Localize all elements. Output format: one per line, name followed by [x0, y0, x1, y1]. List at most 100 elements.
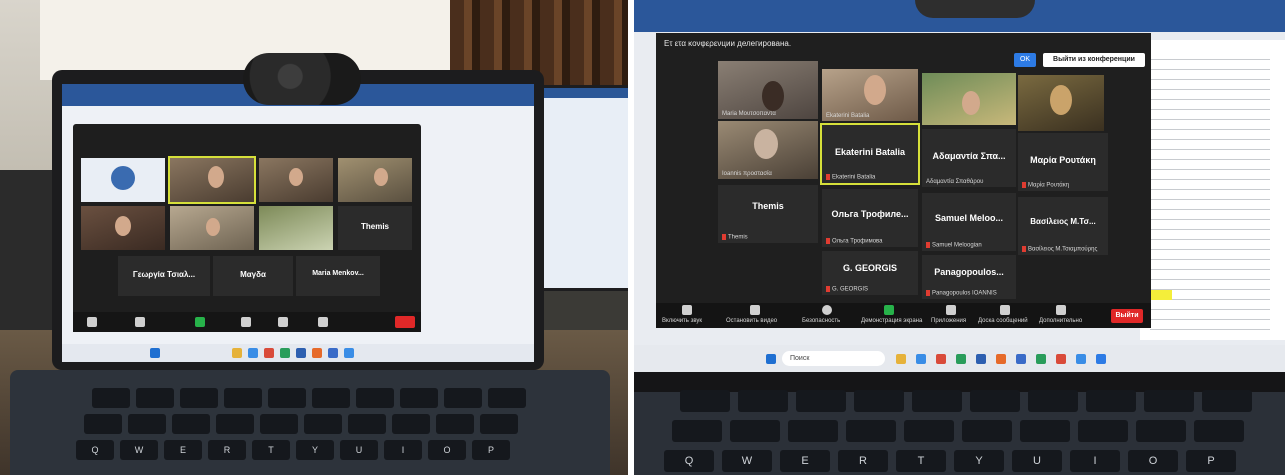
apps-icon[interactable] — [946, 305, 956, 315]
keyboard-key — [904, 420, 954, 442]
mic-icon[interactable] — [87, 317, 97, 327]
participant-tile[interactable] — [1018, 75, 1104, 131]
participant-tile[interactable]: Themis — [338, 206, 412, 250]
participant-tile[interactable]: Μαγδα — [213, 256, 293, 296]
zoom-taskbar-icon[interactable] — [1096, 354, 1106, 364]
taskbar-app-icon[interactable] — [956, 354, 966, 364]
participant-tile[interactable]: G. GEORGIS G. GEORGIS — [822, 251, 918, 295]
keyboard-key — [680, 390, 730, 412]
keyboard-key — [216, 414, 254, 434]
participant-name: Ekaterini Batalia — [834, 147, 906, 157]
keyboard-key — [444, 388, 482, 408]
participant-tile[interactable] — [170, 206, 254, 250]
participant-name: Themis — [360, 222, 389, 231]
word-icon[interactable] — [976, 354, 986, 364]
participant-tile[interactable]: Αδαμαντία Σπα... Αδαμαντία Σπαθάρου — [922, 129, 1016, 187]
participant-tile[interactable] — [259, 158, 333, 202]
leave-conference-button[interactable]: Выйти из конференции — [1043, 53, 1145, 67]
participant-tile[interactable]: Ioannis προστασία — [718, 121, 818, 179]
keyboard-key — [970, 390, 1020, 412]
participant-tile[interactable] — [168, 156, 256, 204]
participant-tile-active-speaker[interactable]: Ekaterini Batalia Ekaterini Batalia — [820, 123, 920, 185]
stop-video-label[interactable]: Остановить видео — [726, 318, 777, 324]
keyboard-key — [1194, 420, 1244, 442]
windows-taskbar-right: Поиск — [634, 345, 1285, 373]
participant-tile[interactable]: Maria Μουτσοπαντα — [718, 61, 818, 119]
keyboard-key — [1144, 390, 1194, 412]
participant-name: Samuel Meloo... — [934, 213, 1003, 223]
participant-tile[interactable]: Themis Themis — [718, 185, 818, 243]
participant-tile[interactable] — [922, 73, 1016, 125]
video-icon[interactable] — [135, 317, 145, 327]
participant-tile[interactable]: Γεωργία Τσιαλ... — [118, 256, 210, 296]
participant-tile[interactable] — [81, 206, 165, 250]
leave-button[interactable] — [395, 316, 415, 328]
participant-name: Αδαμαντία Σπα... — [932, 151, 1006, 161]
keyboard-key — [912, 390, 962, 412]
muted-mic-icon — [1022, 182, 1026, 189]
taskbar-app-icon[interactable] — [312, 348, 322, 358]
participant-tile[interactable]: Βασίλειος Μ.Τσ... Βασίλειος Μ.Τσιαμπούρη… — [1018, 197, 1108, 255]
participant-name: Γεωργία Τσιαλ... — [132, 270, 196, 279]
keyboard-key: P — [1186, 450, 1236, 472]
video-icon[interactable] — [750, 305, 760, 315]
keyboard-key — [672, 420, 722, 442]
keyboard-key — [1086, 390, 1136, 412]
muted-mic-icon — [826, 174, 830, 181]
taskbar-app-icon[interactable] — [328, 348, 338, 358]
taskbar-app-icon[interactable] — [280, 348, 290, 358]
keyboard-left: QWERTYUIOP — [10, 370, 610, 475]
apps-icon[interactable] — [241, 317, 251, 327]
unmute-label[interactable]: Включить звук — [662, 318, 702, 324]
more-icon[interactable] — [1056, 305, 1066, 315]
apps-label[interactable]: Приложения — [931, 318, 966, 324]
more-icon[interactable] — [318, 317, 328, 327]
taskbar-app-icon[interactable] — [1016, 354, 1026, 364]
zoom-taskbar-icon[interactable] — [344, 348, 354, 358]
whiteboard-icon[interactable] — [278, 317, 288, 327]
participant-tile[interactable]: Samuel Meloo... Samuel Meloogian — [922, 193, 1016, 251]
more-label[interactable]: Дополнительно — [1039, 318, 1082, 324]
windows-start-icon[interactable] — [766, 354, 776, 364]
muted-mic-icon — [1022, 246, 1026, 253]
shield-icon[interactable] — [822, 305, 832, 315]
whiteboard-icon[interactable] — [1000, 305, 1010, 315]
leave-button[interactable]: Выйти — [1111, 309, 1143, 323]
taskbar-app-icon[interactable] — [1076, 354, 1086, 364]
participant-tile[interactable]: Panagopoulos... Panagopoulos IOANNIS — [922, 255, 1016, 299]
participant-tile[interactable] — [81, 158, 165, 202]
participant-tile[interactable]: Ольга Трофиле... Ольга Трофимова — [822, 189, 918, 247]
ok-button[interactable]: OK — [1014, 53, 1036, 67]
share-screen-icon[interactable] — [195, 317, 205, 327]
taskbar-app-icon[interactable] — [264, 348, 274, 358]
taskbar-app-icon[interactable] — [996, 354, 1006, 364]
taskbar-app-icon[interactable] — [916, 354, 926, 364]
taskbar-app-icon[interactable] — [248, 348, 258, 358]
keyboard-key — [348, 414, 386, 434]
participant-tile[interactable]: Μαρία Ρουτάκη Μαρία Ρουτάκη — [1018, 133, 1108, 191]
participant-subname: Μαρία Ρουτάκη — [1028, 183, 1070, 189]
keyboard-key: R — [208, 440, 246, 460]
share-screen-label[interactable]: Демонстрация экрана — [861, 318, 922, 324]
left-photo: Themis Γεωργία Τσιαλ... Μαγδα Maria Menk… — [0, 0, 628, 475]
keyboard-key — [260, 414, 298, 434]
chrome-icon[interactable] — [936, 354, 946, 364]
security-label[interactable]: Безопасность — [802, 318, 840, 324]
keyboard-key: U — [340, 440, 378, 460]
keyboard-key: R — [838, 450, 888, 472]
participant-tile[interactable] — [259, 206, 333, 250]
windows-start-icon[interactable] — [150, 348, 160, 358]
participant-name: Themis — [752, 201, 784, 211]
participant-tile[interactable]: Maria Menkov... — [296, 256, 380, 296]
taskbar-search-input[interactable]: Поиск — [782, 351, 885, 366]
share-screen-icon[interactable] — [884, 305, 894, 315]
taskbar-app-icon[interactable] — [296, 348, 306, 358]
mic-icon[interactable] — [682, 305, 692, 315]
taskbar-app-icon[interactable] — [1036, 354, 1046, 364]
taskbar-app-icon[interactable] — [232, 348, 242, 358]
taskbar-app-icon[interactable] — [896, 354, 906, 364]
taskbar-app-icon[interactable] — [1056, 354, 1066, 364]
whiteboard-label[interactable]: Доска сообщений — [978, 318, 1028, 324]
participant-tile[interactable]: Ekaterini Batalia — [822, 69, 918, 121]
participant-tile[interactable] — [338, 158, 412, 202]
